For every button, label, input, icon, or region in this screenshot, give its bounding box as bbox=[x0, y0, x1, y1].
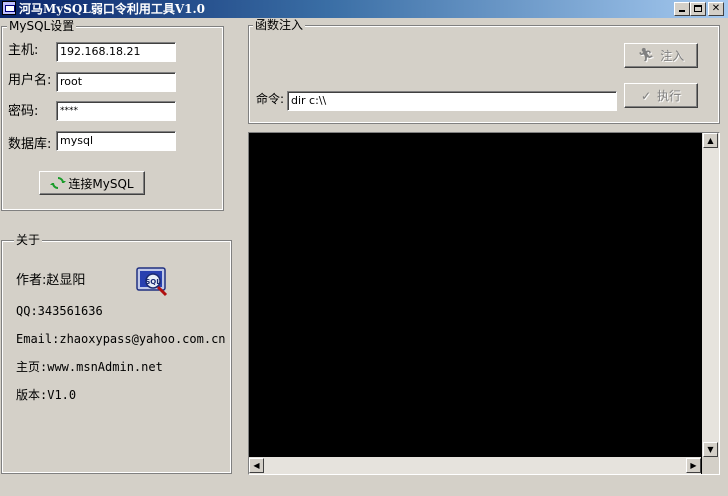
window-title: 河马MySQL弱口令利用工具V1.0 bbox=[19, 2, 206, 16]
mysql-settings-title: MySQL设置 bbox=[7, 19, 77, 33]
command-label: 命令: bbox=[256, 92, 285, 106]
sql-logo-text: SQL bbox=[145, 278, 161, 286]
function-inject-title: 函数注入 bbox=[253, 18, 306, 32]
arrow-right-icon: ▶ bbox=[690, 461, 697, 470]
version-text: 版本:V1.0 bbox=[16, 388, 77, 402]
close-icon: ✕ bbox=[711, 3, 721, 14]
execute-button[interactable]: ✓ 执行 bbox=[624, 83, 698, 108]
host-input[interactable]: 192.168.18.21 bbox=[56, 42, 176, 62]
arrow-down-icon: ▼ bbox=[707, 445, 714, 454]
vertical-scrollbar[interactable]: ▲ ▼ bbox=[702, 133, 719, 457]
maximize-icon bbox=[694, 5, 702, 12]
maximize-button[interactable] bbox=[690, 2, 706, 16]
connect-mysql-label: 连接MySQL bbox=[68, 176, 134, 191]
inject-button[interactable]: 🏃︎ 注入 bbox=[624, 43, 698, 68]
close-button[interactable]: ✕ bbox=[708, 2, 724, 16]
title-bar[interactable]: 河马MySQL弱口令利用工具V1.0 ✕ bbox=[0, 0, 728, 18]
password-input[interactable]: **** bbox=[56, 101, 176, 121]
app-icon bbox=[2, 1, 16, 15]
command-input[interactable]: dir c:\\ bbox=[287, 91, 617, 111]
arrow-up-icon: ▲ bbox=[707, 136, 714, 145]
runner-icon: 🏃︎ bbox=[637, 48, 655, 63]
homepage-text: 主页:www.msnAdmin.net bbox=[16, 360, 163, 374]
qq-text: QQ:343561636 bbox=[16, 304, 103, 318]
arrow-left-icon: ◀ bbox=[253, 461, 260, 470]
password-label: 密码: bbox=[8, 104, 39, 119]
database-input[interactable]: mysql bbox=[56, 131, 176, 151]
sql-logo-icon: SQL bbox=[136, 267, 168, 297]
inject-label: 注入 bbox=[660, 49, 685, 63]
connect-mysql-button[interactable]: 连接MySQL bbox=[39, 171, 145, 195]
author-text: 作者:赵显阳 bbox=[16, 273, 86, 288]
checkmark-icon: ✓ bbox=[640, 88, 652, 103]
execute-label: 执行 bbox=[657, 89, 682, 103]
minimize-button[interactable] bbox=[674, 2, 690, 16]
scroll-right-button[interactable]: ▶ bbox=[686, 458, 701, 473]
output-console[interactable]: ▲ ▼ ◀ ▶ bbox=[248, 132, 720, 475]
scroll-left-button[interactable]: ◀ bbox=[249, 458, 264, 473]
username-label: 用户名: bbox=[8, 73, 52, 88]
scroll-up-button[interactable]: ▲ bbox=[703, 133, 718, 148]
about-title: 关于 bbox=[14, 233, 43, 247]
database-label: 数据库: bbox=[8, 137, 52, 152]
host-label: 主机: bbox=[8, 43, 39, 58]
minimize-icon bbox=[679, 10, 685, 12]
scrollbar-corner bbox=[702, 457, 719, 474]
horizontal-scrollbar[interactable]: ◀ ▶ bbox=[249, 457, 701, 474]
scroll-down-button[interactable]: ▼ bbox=[703, 442, 718, 457]
email-text: Email:zhaoxypass@yahoo.com.cn bbox=[16, 332, 226, 346]
username-input[interactable]: root bbox=[56, 72, 176, 92]
refresh-icon bbox=[50, 177, 67, 189]
